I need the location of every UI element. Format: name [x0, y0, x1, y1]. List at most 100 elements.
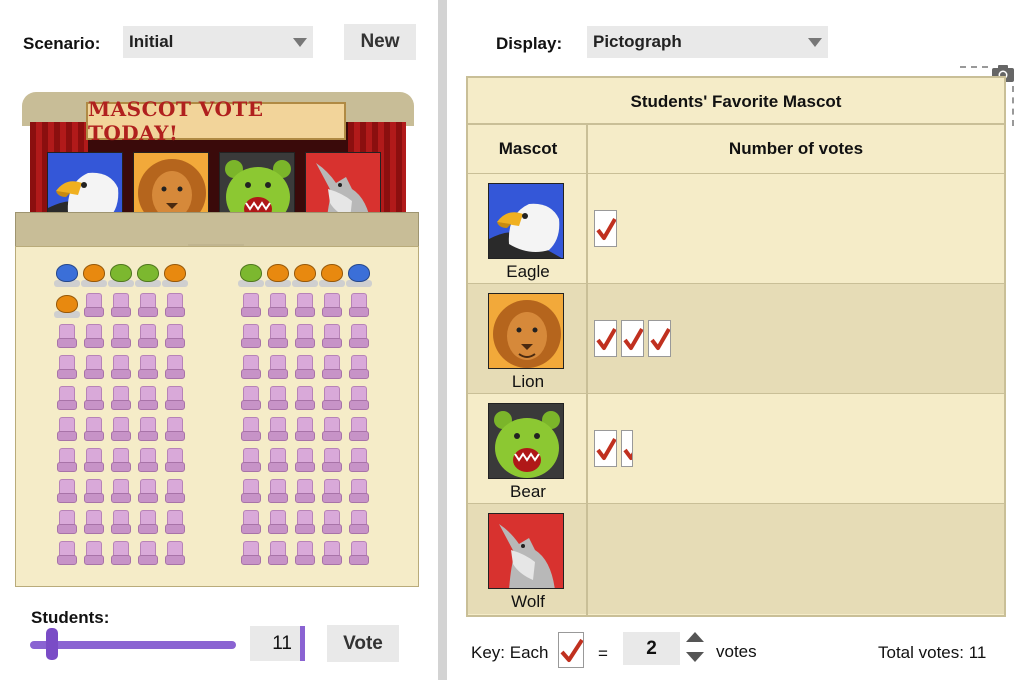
student: [346, 262, 372, 288]
mascot-name: Wolf: [511, 592, 545, 611]
empty-seat: [267, 386, 289, 412]
chevron-down-icon: [808, 38, 822, 47]
empty-seat: [137, 510, 159, 536]
students-count-accent: [300, 626, 305, 661]
student: [54, 262, 80, 288]
empty-seat: [164, 510, 186, 536]
vote-symbol: [594, 320, 617, 357]
empty-seat: [348, 355, 370, 381]
empty-seat: [321, 448, 343, 474]
empty-seat: [137, 355, 159, 381]
empty-seat: [110, 510, 132, 536]
eagle-icon: [488, 183, 564, 259]
vote-symbol: [621, 430, 633, 467]
empty-seat: [56, 541, 78, 567]
wolf-icon: [488, 513, 564, 589]
empty-seat: [110, 541, 132, 567]
empty-seat: [164, 355, 186, 381]
display-value: Pictograph: [593, 32, 682, 51]
scenario-label: Scenario:: [23, 34, 101, 53]
empty-seat: [240, 293, 262, 319]
display-dropdown[interactable]: Pictograph: [587, 26, 828, 58]
empty-seat: [348, 324, 370, 350]
empty-seat: [267, 417, 289, 443]
empty-seat: [240, 386, 262, 412]
empty-seat: [240, 355, 262, 381]
empty-seat: [164, 448, 186, 474]
empty-seat: [83, 510, 105, 536]
empty-seat: [348, 541, 370, 567]
empty-seat: [56, 417, 78, 443]
empty-seat: [348, 510, 370, 536]
vote-symbol: [648, 320, 671, 357]
scenario-dropdown[interactable]: Initial: [123, 26, 313, 58]
pictograph-table: Students' Favorite Mascot Mascot Number …: [466, 76, 1006, 617]
empty-seat: [164, 479, 186, 505]
empty-seat: [348, 386, 370, 412]
empty-seat: [110, 293, 132, 319]
increment-icon[interactable]: [686, 632, 704, 642]
empty-seat: [240, 479, 262, 505]
column-header-mascot: Mascot: [498, 139, 558, 158]
empty-seat: [110, 448, 132, 474]
empty-seat: [164, 293, 186, 319]
key-votes-label: votes: [716, 642, 757, 661]
panel-divider: [438, 0, 447, 680]
students-label: Students:: [31, 608, 110, 627]
empty-seat: [164, 541, 186, 567]
student: [81, 262, 107, 288]
empty-seat: [348, 448, 370, 474]
empty-seat: [294, 448, 316, 474]
classroom-seating: [15, 246, 419, 587]
empty-seat: [83, 479, 105, 505]
empty-seat: [294, 355, 316, 381]
empty-seat: [294, 293, 316, 319]
table-divider: [586, 124, 588, 615]
vote-button[interactable]: Vote: [327, 625, 399, 662]
empty-seat: [56, 386, 78, 412]
empty-seat: [83, 541, 105, 567]
checkmark-icon: [558, 632, 584, 668]
empty-seat: [321, 293, 343, 319]
empty-seat: [240, 448, 262, 474]
student: [162, 262, 188, 288]
stage-banner: MASCOT VOTE TODAY!: [86, 97, 346, 145]
empty-seat: [240, 541, 262, 567]
decrement-icon[interactable]: [686, 652, 704, 662]
students-slider-thumb[interactable]: [46, 628, 58, 660]
empty-seat: [83, 355, 105, 381]
empty-seat: [348, 417, 370, 443]
chevron-down-icon: [293, 38, 307, 47]
empty-seat: [348, 293, 370, 319]
student: [108, 262, 134, 288]
empty-seat: [83, 324, 105, 350]
students-slider-track[interactable]: [30, 641, 236, 649]
empty-seat: [137, 541, 159, 567]
empty-seat: [240, 324, 262, 350]
empty-seat: [294, 541, 316, 567]
empty-seat: [267, 510, 289, 536]
empty-seat: [321, 355, 343, 381]
empty-seat: [56, 448, 78, 474]
lion-icon: [488, 293, 564, 369]
empty-seat: [267, 479, 289, 505]
student: [319, 262, 345, 288]
empty-seat: [83, 386, 105, 412]
empty-seat: [137, 417, 159, 443]
empty-seat: [164, 324, 186, 350]
vote-symbol: [621, 320, 644, 357]
stage-floor: [15, 212, 419, 248]
new-button[interactable]: New: [344, 24, 416, 60]
snapshot-guide-vertical: [1012, 86, 1016, 126]
empty-seat: [294, 510, 316, 536]
empty-seat: [294, 417, 316, 443]
students-count-field[interactable]: 11: [250, 626, 300, 661]
empty-seat: [267, 448, 289, 474]
empty-seat: [321, 479, 343, 505]
key-value-field[interactable]: 2: [623, 632, 680, 665]
empty-seat: [56, 479, 78, 505]
empty-seat: [137, 324, 159, 350]
bear-icon: [488, 403, 564, 479]
empty-seat: [56, 324, 78, 350]
mascot-name: Bear: [510, 482, 546, 501]
